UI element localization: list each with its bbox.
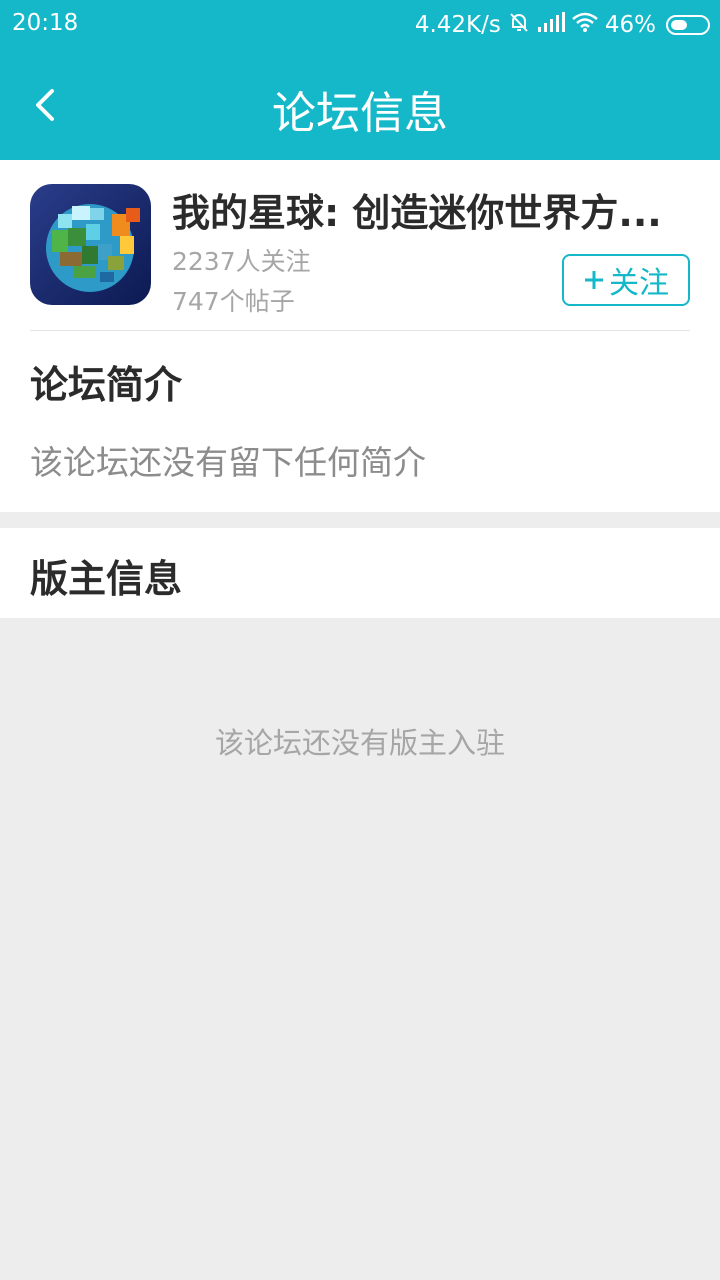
status-time: 20:18 <box>12 10 79 36</box>
status-right: 4.42K/s 46% <box>415 10 710 40</box>
intro-heading: 论坛简介 <box>30 363 183 407</box>
intro-text: 该论坛还没有留下任何简介 <box>30 443 426 482</box>
plus-icon <box>585 271 603 289</box>
battery-icon <box>666 15 710 35</box>
forum-app-icon[interactable] <box>30 184 151 305</box>
forum-card: 我的星球: 创造迷你世界方... 2237人关注 747个帖子 关注 论坛简介 … <box>0 160 720 512</box>
follower-count: 2237人关注 <box>172 247 311 276</box>
signal-icon <box>537 11 565 39</box>
status-bar: 20:18 4.42K/s 46% <box>0 0 720 50</box>
mute-bell-icon <box>507 10 531 40</box>
app-bar: 论坛信息 <box>0 50 720 160</box>
page-title: 论坛信息 <box>272 88 448 139</box>
moderator-heading: 版主信息 <box>30 557 183 601</box>
wifi-icon <box>571 11 599 39</box>
net-speed: 4.42K/s <box>414 12 501 38</box>
moderator-section: 版主信息 <box>0 528 720 618</box>
moderator-empty-text: 该论坛还没有版主入驻 <box>214 726 505 760</box>
divider <box>30 330 690 331</box>
battery-percent: 46% <box>604 12 656 38</box>
follow-label: 关注 <box>609 266 669 301</box>
forum-name: 我的星球: 创造迷你世界方... <box>172 191 662 235</box>
post-count: 747个帖子 <box>172 287 295 316</box>
battery-fill <box>671 20 687 30</box>
follow-button[interactable]: 关注 <box>562 254 690 306</box>
